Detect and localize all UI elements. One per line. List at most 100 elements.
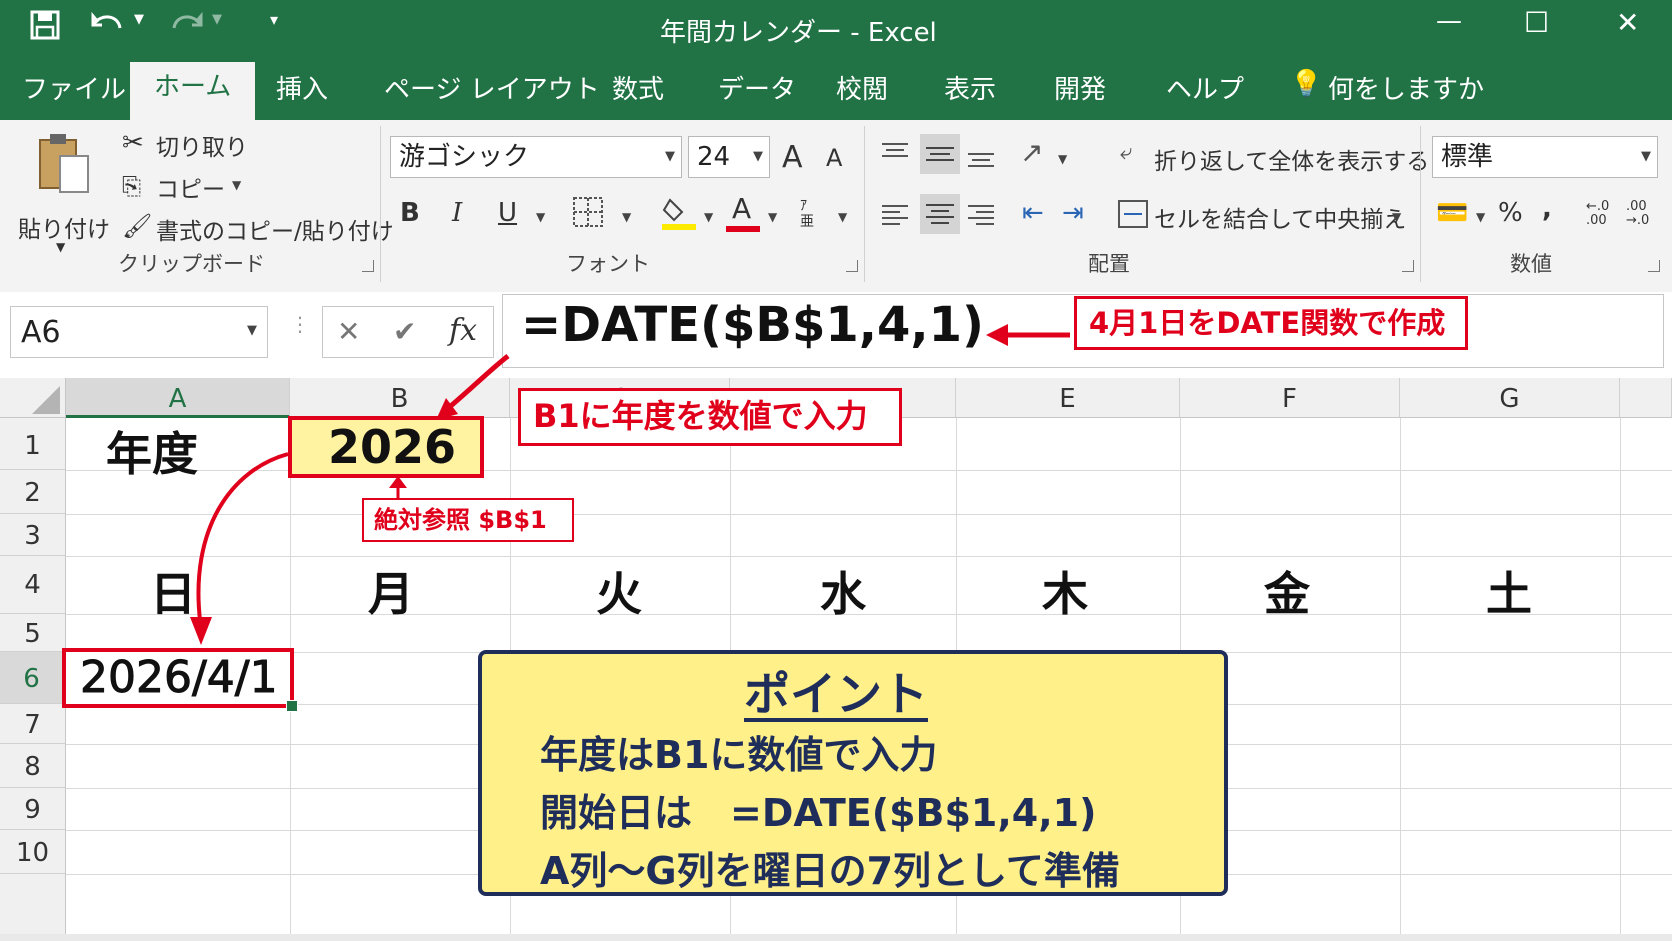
name-box[interactable]: A6 ▼ xyxy=(10,306,268,358)
tab-help[interactable]: ヘルプ xyxy=(1166,69,1244,106)
lightbulb-icon[interactable]: 💡 xyxy=(1290,69,1322,99)
align-left-icon[interactable] xyxy=(880,200,910,230)
customize-qat-icon[interactable]: ▾ xyxy=(270,10,278,29)
tell-me-search[interactable]: 何をしますか xyxy=(1328,69,1484,106)
gridline xyxy=(66,514,1672,515)
increase-decimal-button[interactable]: ←.0 .00 xyxy=(1586,200,1609,228)
number-format-select[interactable]: 標準 ▼ xyxy=(1432,136,1658,178)
row-header-10[interactable]: 10 xyxy=(0,830,66,874)
tab-view[interactable]: 表示 xyxy=(944,69,996,106)
cell-E4[interactable]: 木 xyxy=(1042,558,1088,624)
font-family-select[interactable]: 游ゴシック ▼ xyxy=(390,136,682,178)
column-header-A[interactable]: A xyxy=(66,378,290,418)
select-all-corner[interactable] xyxy=(0,378,66,418)
borders-icon[interactable] xyxy=(572,196,604,228)
percent-button[interactable]: % xyxy=(1498,198,1523,228)
redo-icon[interactable] xyxy=(168,8,204,42)
grow-font-button[interactable]: A xyxy=(782,140,803,175)
orientation-icon[interactable]: ↗ xyxy=(1020,136,1043,169)
undo-dropdown-icon[interactable]: ▼ xyxy=(134,12,144,27)
maximize-button[interactable]: ☐ xyxy=(1524,6,1549,39)
minimize-button[interactable]: — xyxy=(1436,6,1462,36)
font-size-value: 24 xyxy=(697,142,731,172)
enter-icon[interactable]: ✔ xyxy=(393,315,416,348)
row-header-8[interactable]: 8 xyxy=(0,744,66,788)
row-header-3[interactable]: 3 xyxy=(0,514,66,556)
format-painter-button[interactable]: 書式のコピー/貼り付け xyxy=(156,212,394,246)
phonetic-dropdown-icon[interactable]: ▼ xyxy=(838,210,847,224)
phonetic-button[interactable]: ｱ亜 xyxy=(800,198,820,230)
merge-dropdown-icon[interactable]: ▼ xyxy=(1392,210,1401,224)
close-button[interactable]: ✕ xyxy=(1616,6,1639,39)
cut-button[interactable]: 切り取り xyxy=(156,128,248,162)
align-center-icon[interactable] xyxy=(920,194,960,234)
cell-F4[interactable]: 金 xyxy=(1264,558,1310,624)
italic-button[interactable]: I xyxy=(452,198,462,228)
column-header-B[interactable]: B xyxy=(290,378,510,418)
underline-dropdown-icon[interactable]: ▼ xyxy=(536,210,545,224)
save-icon[interactable] xyxy=(30,10,60,40)
tab-insert[interactable]: 挿入 xyxy=(276,69,328,106)
borders-dropdown-icon[interactable]: ▼ xyxy=(622,210,631,224)
cell-A1[interactable]: 年度 xyxy=(106,418,198,484)
font-color-dropdown-icon[interactable]: ▼ xyxy=(768,210,777,224)
copy-dropdown-icon[interactable]: ▼ xyxy=(232,178,241,192)
align-bottom-icon[interactable] xyxy=(966,140,996,172)
merge-center-button[interactable]: セルを結合して中央揃え xyxy=(1154,200,1406,234)
cell-B4[interactable]: 月 xyxy=(368,558,414,624)
tab-developer[interactable]: 開発 xyxy=(1054,69,1106,106)
fill-handle[interactable] xyxy=(286,700,298,712)
accounting-format-icon[interactable]: 💳 xyxy=(1436,198,1468,228)
wrap-text-button[interactable]: 折り返して全体を表示する xyxy=(1154,142,1429,176)
column-header-G[interactable]: G xyxy=(1400,378,1620,418)
row-header-7[interactable]: 7 xyxy=(0,704,66,744)
row-header-5[interactable]: 5 xyxy=(0,614,66,652)
cell-G4[interactable]: 土 xyxy=(1486,558,1532,624)
redo-dropdown-icon[interactable]: ▼ xyxy=(212,12,222,27)
font-launcher-icon[interactable] xyxy=(846,260,858,272)
accounting-dropdown-icon[interactable]: ▼ xyxy=(1476,210,1485,224)
undo-icon[interactable] xyxy=(90,8,126,42)
cell-C4[interactable]: 火 xyxy=(596,558,642,624)
clipboard-launcher-icon[interactable] xyxy=(362,260,374,272)
chevron-down-icon: ▼ xyxy=(247,323,257,338)
orientation-dropdown-icon[interactable]: ▼ xyxy=(1058,152,1067,166)
tab-review[interactable]: 校閲 xyxy=(836,69,888,106)
font-size-select[interactable]: 24 ▼ xyxy=(688,136,770,178)
tab-formulas[interactable]: 数式 xyxy=(612,69,664,106)
align-middle-icon[interactable] xyxy=(920,134,960,174)
tab-home[interactable]: ホーム xyxy=(130,62,256,120)
decrease-indent-icon[interactable]: ⇤ xyxy=(1022,198,1044,228)
underline-button[interactable]: U xyxy=(498,198,517,228)
font-color-button[interactable]: A xyxy=(726,190,762,234)
insert-function-icon[interactable]: fx xyxy=(449,313,477,348)
fill-color-icon[interactable] xyxy=(662,192,696,232)
row-header-6[interactable]: 6 xyxy=(0,652,66,704)
tab-file[interactable]: ファイル xyxy=(22,69,126,106)
cell-A6-selected[interactable]: 2026/4/1 xyxy=(62,648,294,708)
align-top-icon[interactable] xyxy=(880,140,910,168)
comma-button[interactable]: , xyxy=(1542,194,1552,224)
cell-D4[interactable]: 水 xyxy=(820,558,866,624)
bold-button[interactable]: B xyxy=(400,198,420,228)
tab-page-layout[interactable]: ページ レイアウト xyxy=(384,69,600,106)
row-header-4[interactable]: 4 xyxy=(0,556,66,614)
row-header-9[interactable]: 9 xyxy=(0,788,66,830)
shrink-font-button[interactable]: A xyxy=(826,144,842,172)
copy-button[interactable]: コピー xyxy=(156,170,225,204)
tab-data[interactable]: データ xyxy=(718,69,796,106)
alignment-launcher-icon[interactable] xyxy=(1402,260,1414,272)
row-header-1[interactable]: 1 xyxy=(0,418,66,470)
fill-color-dropdown-icon[interactable]: ▼ xyxy=(704,210,713,224)
column-header-F[interactable]: F xyxy=(1180,378,1400,418)
column-header-E[interactable]: E xyxy=(956,378,1180,418)
cancel-icon[interactable]: ✕ xyxy=(337,315,360,348)
align-right-icon[interactable] xyxy=(966,200,996,230)
row-header-2[interactable]: 2 xyxy=(0,470,66,514)
increase-indent-icon[interactable]: ⇥ xyxy=(1062,198,1084,228)
cell-B1[interactable]: 2026 xyxy=(288,416,484,478)
paste-button[interactable]: 貼り付け ▼ xyxy=(18,132,110,257)
decrease-decimal-button[interactable]: .00 →.0 xyxy=(1626,200,1649,228)
number-launcher-icon[interactable] xyxy=(1648,260,1660,272)
cell-A4[interactable]: 日 xyxy=(150,558,196,624)
